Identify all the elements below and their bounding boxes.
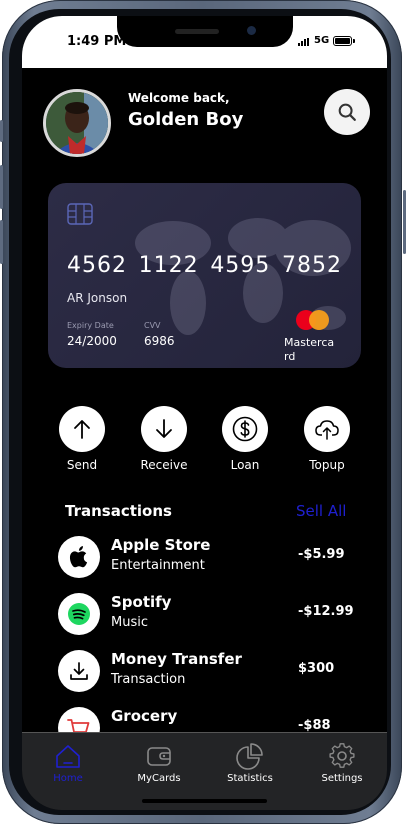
topup-label: Topup xyxy=(309,458,345,472)
transaction-amount: -$12.99 xyxy=(298,604,354,619)
card-holder: AR Jonson xyxy=(67,291,128,305)
transaction-icon xyxy=(58,536,100,578)
speaker xyxy=(175,29,219,34)
transaction-name: Apple Store xyxy=(111,536,211,554)
username: Golden Boy xyxy=(128,109,244,130)
volume-up-button xyxy=(0,165,3,209)
arrow-up-icon xyxy=(74,420,90,439)
see-all-link[interactable]: Sell All xyxy=(296,502,346,520)
transaction-name: Grocery xyxy=(111,707,178,725)
transactions-title: Transactions xyxy=(65,502,172,520)
status-bar: 1:49 PM 5G xyxy=(22,16,387,68)
transaction-row[interactable]: Apple Store Entertainment -$5.99 xyxy=(58,532,358,582)
transaction-category: Music xyxy=(111,615,148,630)
card-number-group: 7852 xyxy=(281,253,342,278)
nav-label: Settings xyxy=(321,773,363,784)
apple-icon xyxy=(69,546,88,568)
card-number: 4562 1122 4595 7852 xyxy=(67,253,342,278)
receive-button[interactable]: Receive xyxy=(134,406,194,472)
loan-button[interactable]: Loan xyxy=(215,406,275,472)
wallet-icon xyxy=(147,747,171,766)
nav-settings[interactable]: Settings xyxy=(305,741,379,784)
transaction-icon xyxy=(58,650,100,692)
expiry-label: Expiry Date xyxy=(67,321,114,330)
arrow-down-icon xyxy=(156,419,172,438)
nav-label: MyCards xyxy=(137,773,181,784)
nav-mycards[interactable]: MyCards xyxy=(122,741,196,784)
transaction-category: Transaction xyxy=(111,672,186,687)
front-camera xyxy=(247,26,256,35)
mute-switch xyxy=(0,120,3,142)
topup-button[interactable]: Topup xyxy=(297,406,357,472)
spotify-icon xyxy=(68,603,90,625)
cvv-label: CVV xyxy=(144,321,161,330)
notch xyxy=(117,16,293,47)
nav-home[interactable]: Home xyxy=(31,741,105,784)
transaction-category: Entertainment xyxy=(111,558,205,573)
send-circle[interactable] xyxy=(59,406,105,452)
avatar-photo xyxy=(46,92,108,154)
transaction-amount: -$5.99 xyxy=(298,547,345,562)
expiry-value: 24/2000 xyxy=(67,334,117,348)
download-icon xyxy=(70,662,88,680)
card-number-group: 1122 xyxy=(138,253,199,278)
receive-circle[interactable] xyxy=(141,406,187,452)
transaction-name: Money Transfer xyxy=(111,650,242,668)
app-screen: 1:49 PM 5G Welcome back, Golden Boy 4562… xyxy=(22,16,387,810)
nav-label: Home xyxy=(53,773,83,784)
loan-circle[interactable] xyxy=(222,406,268,452)
card-number-group: 4562 xyxy=(67,253,127,278)
transaction-row[interactable]: Money Transfer Transaction $300 xyxy=(58,646,358,696)
send-button[interactable]: Send xyxy=(52,406,112,472)
search-icon xyxy=(338,103,356,121)
cvv-value: 6986 xyxy=(144,334,175,348)
transaction-amount: -$88 xyxy=(298,718,331,733)
volume-down-button xyxy=(0,220,3,264)
send-label: Send xyxy=(66,458,98,472)
search-button[interactable] xyxy=(324,89,370,135)
battery-icon xyxy=(333,36,355,46)
topup-circle[interactable] xyxy=(304,406,350,452)
nav-statistics[interactable]: Statistics xyxy=(213,741,287,784)
receive-label: Receive xyxy=(140,458,188,472)
transaction-amount: $300 xyxy=(298,661,335,676)
chip-icon xyxy=(67,203,93,225)
loan-label: Loan xyxy=(230,458,260,472)
transaction-icon xyxy=(58,593,100,635)
avatar[interactable] xyxy=(43,89,111,157)
nav-label: Statistics xyxy=(227,773,273,784)
network-type: 5G xyxy=(314,35,330,46)
cloud-upload-icon xyxy=(315,420,339,440)
signal-icon xyxy=(298,38,312,46)
gear-icon xyxy=(329,743,355,768)
welcome-text: Welcome back, xyxy=(128,91,230,105)
mastercard-logo xyxy=(296,310,332,332)
card-brand: Mastercard xyxy=(284,336,335,363)
bottom-nav: Home MyCards Statistics Settings xyxy=(22,732,387,810)
dollar-icon xyxy=(232,416,258,442)
status-time: 1:49 PM xyxy=(67,34,127,49)
credit-card[interactable]: 4562 1122 4595 7852 AR Jonson Expiry Dat… xyxy=(48,183,361,368)
pie-chart-icon xyxy=(236,743,263,770)
transaction-row[interactable]: Spotify Music -$12.99 xyxy=(58,589,358,639)
transaction-name: Spotify xyxy=(111,593,172,611)
home-indicator xyxy=(142,799,267,803)
card-number-group: 4595 xyxy=(210,253,271,278)
home-icon xyxy=(56,745,80,768)
